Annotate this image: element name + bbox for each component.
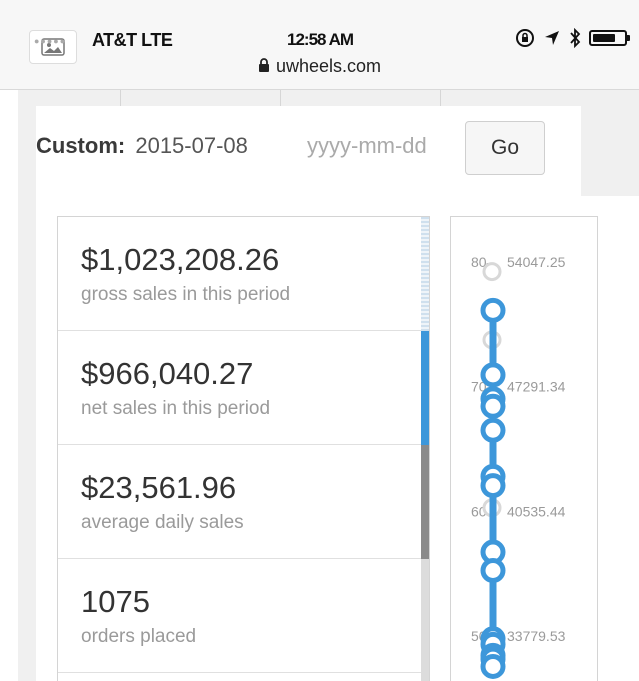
stat-value: $23,561.96 (81, 470, 237, 505)
location-arrow-icon (545, 31, 559, 45)
stats-scrollbar[interactable] (421, 217, 429, 681)
stat-average-daily-sales: $23,561.96 average daily sales (58, 445, 429, 559)
scrollbar-segment (421, 217, 429, 331)
stat-net-sales: $966,040.27 net sales in this period (58, 331, 429, 445)
column-divider (280, 90, 281, 106)
clock: 12:58 AM (287, 30, 354, 49)
go-button[interactable]: Go (465, 121, 545, 175)
data-point (480, 393, 506, 419)
orientation-lock-icon (516, 29, 534, 47)
data-point (480, 362, 506, 388)
sales-chart[interactable]: 80–54047.2570–47291.3460–40535.4450–3377… (450, 216, 598, 681)
url-text: uwheels.com (275, 56, 382, 76)
custom-label: Custom: (36, 133, 126, 158)
stats-list[interactable]: $1,023,208.26 gross sales in this period… (57, 216, 430, 681)
y-tick-label-right: 47291.34 (507, 379, 566, 395)
stat-caption: gross sales in this period (81, 284, 291, 305)
data-point (480, 297, 506, 323)
data-point (480, 653, 506, 679)
stat-caption: orders placed (81, 626, 197, 647)
signal-strength-icon: ●●●●● (34, 36, 67, 46)
stat-value: $1,023,208.26 (81, 242, 280, 277)
stat-orders-placed: 1075 orders placed (58, 559, 429, 673)
data-point (480, 417, 506, 443)
lock-icon (258, 58, 269, 72)
y-tick-label-right: 54047.25 (507, 254, 566, 270)
status-bar: ●●●●● AT&T LTE 12:58 AM uwheels.com (0, 0, 639, 90)
url-bar[interactable]: uwheels.com (0, 56, 639, 77)
stat-gross-sales: $1,023,208.26 gross sales in this period (58, 217, 429, 331)
carrier-label: AT&T LTE (92, 30, 173, 50)
stat-caption: net sales in this period (81, 398, 271, 419)
start-date-field[interactable]: 2015-07-08 (135, 133, 248, 158)
scrollbar-thumb[interactable] (421, 331, 429, 445)
sales-chart-svg: 80–54047.2570–47291.3460–40535.4450–3377… (471, 254, 566, 679)
bluetooth-icon (570, 28, 581, 48)
y-tick-label-right: 40535.44 (507, 503, 566, 519)
stat-caption: average daily sales (81, 512, 244, 533)
column-divider (120, 90, 121, 106)
system-icons (515, 28, 630, 48)
stat-value: 1075 (81, 584, 150, 619)
data-point (480, 473, 506, 499)
custom-range-label: Custom: 2015-07-08 (36, 133, 248, 159)
y-tick-label-right: 33779.53 (507, 628, 566, 644)
column-divider (440, 90, 441, 106)
ghost-point (482, 262, 502, 282)
scrollbar-segment (421, 559, 429, 681)
scrollbar-segment (421, 445, 429, 559)
end-date-input[interactable] (307, 130, 445, 162)
data-point (480, 558, 506, 584)
stat-value: $966,040.27 (81, 356, 254, 391)
battery-icon (589, 30, 630, 46)
